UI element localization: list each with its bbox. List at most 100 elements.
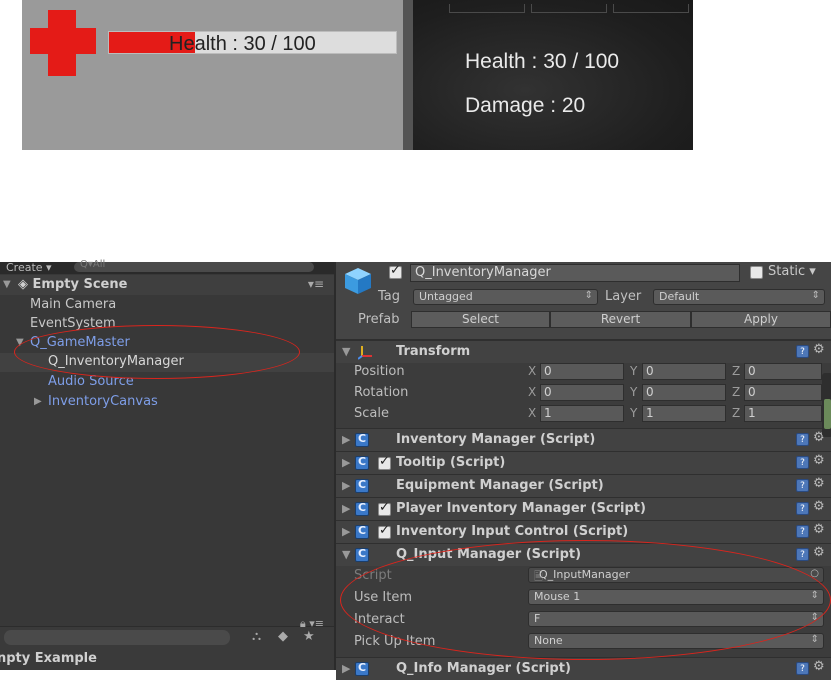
position-row: Position X 0 Y 0 Z 0 [336, 362, 831, 383]
gear-icon[interactable]: ⚙ [813, 522, 825, 537]
component-title: Player Inventory Manager (Script) [396, 501, 646, 516]
tooltip-component[interactable]: ▶ Tooltip (Script) ? ⚙ [336, 451, 831, 474]
component-enabled-checkbox[interactable] [378, 523, 391, 539]
csharp-script-icon [355, 432, 369, 447]
component-enabled-checkbox[interactable] [378, 500, 391, 516]
collapse-arrow-icon[interactable]: ▶ [342, 502, 350, 515]
project-search-input[interactable] [4, 630, 230, 645]
health-cross-icon-bar [30, 28, 96, 54]
expand-arrow-icon[interactable]: ▼ [342, 548, 350, 561]
scene-menu-icon[interactable]: ▾≡ [308, 277, 324, 291]
hierarchy-item[interactable]: ▶ InventoryCanvas [0, 393, 334, 412]
rotation-row: Rotation X 0 Y 0 Z 0 [336, 383, 831, 404]
health-bar-text: Health : 30 / 100 [169, 33, 316, 55]
gear-icon[interactable]: ⚙ [813, 499, 825, 514]
player-inventory-manager-component[interactable]: ▶ Player Inventory Manager (Script) ? ⚙ [336, 497, 831, 520]
position-y-field[interactable]: 0 [642, 363, 726, 380]
static-dropdown[interactable]: Static ▾ [768, 264, 816, 279]
scale-y-field[interactable]: 1 [642, 405, 726, 422]
gear-icon[interactable]: ⚙ [813, 476, 825, 491]
scene-row[interactable]: ▼ ◈ Empty Scene ▾≡ [0, 275, 334, 295]
scale-x-field[interactable]: 1 [540, 405, 624, 422]
expand-arrow-icon[interactable]: ▼ [3, 279, 11, 290]
csharp-script-icon [355, 501, 369, 516]
hierarchy-item-label: Main Camera [30, 297, 117, 312]
create-button[interactable]: Create ▾ [6, 261, 52, 274]
inventory-manager-component[interactable]: ▶ Inventory Manager (Script) ? ⚙ [336, 428, 831, 451]
project-row[interactable]: npty Example [0, 648, 334, 670]
component-title: Q_Info Manager (Script) [396, 661, 571, 676]
help-icon[interactable]: ? [796, 548, 809, 561]
gear-icon[interactable]: ⚙ [813, 453, 825, 468]
equipment-slot [613, 4, 689, 13]
layer-dropdown[interactable]: Default ⇕ [653, 289, 825, 305]
position-x-field[interactable]: 0 [540, 363, 624, 380]
component-title: Tooltip (Script) [396, 455, 506, 470]
collapse-arrow-icon[interactable]: ▶ [342, 456, 350, 469]
help-icon[interactable]: ? [796, 345, 809, 358]
gear-icon[interactable]: ⚙ [813, 659, 825, 674]
axis-y-label: Y [630, 406, 638, 420]
inspector-scrollbar[interactable] [822, 373, 831, 437]
position-z-field[interactable]: 0 [744, 363, 822, 380]
gameobject-cube-icon [345, 268, 371, 294]
help-icon[interactable]: ? [796, 525, 809, 538]
label-icon[interactable]: ◆ [278, 629, 288, 644]
gear-icon[interactable]: ⚙ [813, 545, 825, 560]
help-icon[interactable]: ? [796, 662, 809, 675]
axis-x-label: X [528, 364, 537, 378]
hierarchy-item[interactable]: Main Camera [0, 296, 334, 315]
unity-editor: Create ▾ Q▾All ▼ ◈ Empty Scene ▾≡ Main C… [0, 259, 831, 680]
csharp-script-icon [355, 547, 369, 562]
component-enabled-checkbox[interactable] [378, 454, 391, 470]
health-bar: Health : 30 / 100 [108, 31, 397, 55]
position-label: Position [354, 364, 405, 379]
static-checkbox[interactable] [750, 266, 763, 279]
star-icon[interactable]: ★ [303, 629, 315, 644]
layer-value: Default [659, 290, 700, 303]
scene-name: ◈ Empty Scene [18, 277, 127, 292]
game-view: Health : 30 / 100 Health : 30 / 100 Dama… [22, 0, 693, 150]
rotation-z-field[interactable]: 0 [744, 384, 822, 401]
active-checkbox[interactable] [389, 263, 402, 279]
equipment-manager-component[interactable]: ▶ Equipment Manager (Script) ? ⚙ [336, 474, 831, 497]
rotation-x-field[interactable]: 0 [540, 384, 624, 401]
scale-z-field[interactable]: 1 [744, 405, 822, 422]
expand-arrow-icon[interactable]: ▼ [342, 345, 350, 358]
scrollbar-thumb[interactable] [824, 399, 831, 429]
stat-damage: Damage : 20 [465, 94, 586, 117]
help-icon[interactable]: ? [796, 479, 809, 492]
component-title: Inventory Manager (Script) [396, 432, 596, 447]
help-icon[interactable]: ? [796, 433, 809, 446]
prefab-select-button[interactable]: Select [411, 311, 550, 328]
collapse-arrow-icon[interactable]: ▶ [342, 662, 350, 675]
collapse-arrow-icon[interactable]: ▶ [342, 433, 350, 446]
transform-axes-icon [358, 346, 372, 360]
project-label: npty Example [0, 651, 97, 666]
help-icon[interactable]: ? [796, 456, 809, 469]
field-value: 0 [646, 385, 654, 399]
axis-z-label: Z [732, 385, 741, 399]
csharp-script-icon [355, 455, 369, 470]
unity-logo-icon: ◈ [18, 277, 28, 292]
object-name-input[interactable]: Q_InventoryManager [410, 264, 740, 282]
csharp-script-icon [355, 478, 369, 493]
info-manager-component[interactable]: ▶ Q_Info Manager (Script) ? ⚙ [336, 657, 831, 680]
prefab-revert-button[interactable]: Revert [550, 311, 691, 328]
transform-component[interactable]: ▼ Transform ? ⚙ [336, 340, 831, 363]
collapse-arrow-icon[interactable]: ▶ [342, 525, 350, 538]
tag-dropdown[interactable]: Untagged ⇕ [413, 289, 598, 305]
gear-icon[interactable]: ⚙ [813, 342, 825, 357]
collapse-arrow-icon[interactable]: ▶ [34, 396, 42, 407]
equipment-slot [449, 4, 525, 13]
project-toolbar: 🔒︎ ▾≡ ⛬ ◆ ★ [0, 617, 334, 648]
prefab-apply-button[interactable]: Apply [691, 311, 831, 328]
help-icon[interactable]: ? [796, 502, 809, 515]
collapse-arrow-icon[interactable]: ▶ [342, 479, 350, 492]
hierarchy-search-input[interactable]: Q▾All [74, 259, 314, 272]
rotation-y-field[interactable]: 0 [642, 384, 726, 401]
field-value: 1 [646, 406, 654, 420]
filter-icon[interactable]: ⛬ [252, 629, 261, 644]
field-value: 1 [748, 406, 756, 420]
stats-panel: Health : 30 / 100 Damage : 20 [413, 0, 693, 150]
